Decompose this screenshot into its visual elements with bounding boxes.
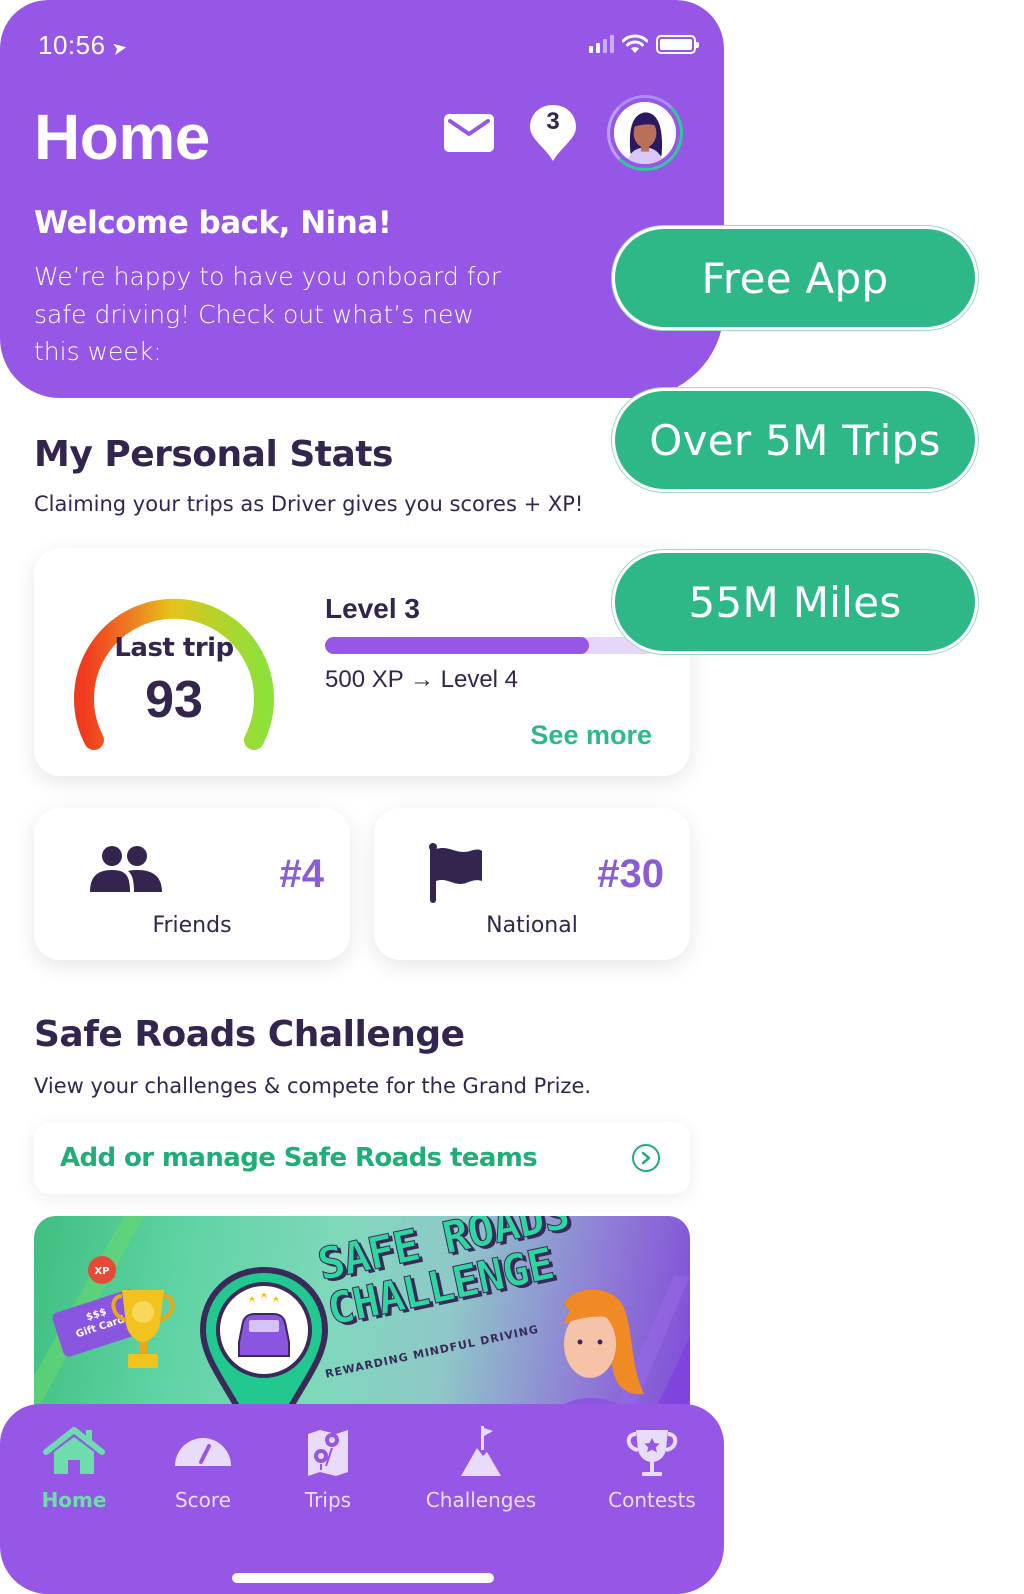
nav-label-score: Score bbox=[174, 1488, 231, 1512]
flag-icon bbox=[429, 843, 482, 903]
personal-stats-subtitle: Claiming your trips as Driver gives you … bbox=[34, 492, 584, 516]
welcome-title: Welcome back, Nina! bbox=[34, 205, 392, 241]
nav-item-challenges[interactable]: Challenges bbox=[426, 1404, 536, 1544]
friends-rank-label: Friends bbox=[152, 913, 232, 938]
xp-badge-text: XP bbox=[94, 1266, 109, 1277]
phone-screen: 10:56 ➤ Home 3 Welcome back, Nina! We’re… bbox=[0, 0, 724, 1594]
xp-progress-bar bbox=[325, 637, 655, 654]
status-time: 10:56 ➤ bbox=[38, 30, 129, 61]
signal-icon bbox=[589, 35, 614, 53]
nav-label-trips: Trips bbox=[304, 1488, 352, 1512]
clock: 10:56 bbox=[38, 30, 106, 60]
chevron-right-icon bbox=[632, 1144, 660, 1172]
welcome-text: We’re happy to have you onboard for safe… bbox=[34, 262, 502, 366]
nav-item-contests[interactable]: Contests bbox=[608, 1404, 696, 1544]
trophy-icon bbox=[626, 1430, 678, 1476]
level-title: Level 3 bbox=[325, 593, 420, 624]
promo-pill-miles: 55M Miles bbox=[612, 550, 978, 654]
nav-label-home: Home bbox=[41, 1488, 107, 1512]
xp-badge-icon: XP bbox=[88, 1256, 116, 1284]
mail-icon[interactable] bbox=[443, 113, 495, 153]
page-title: Home bbox=[34, 101, 210, 173]
battery-icon bbox=[656, 34, 699, 54]
promo-pill-free-app: Free App bbox=[612, 226, 978, 330]
header: 10:56 ➤ Home 3 Welcome back, Nina! We’re… bbox=[0, 0, 724, 398]
avatar-portrait-icon bbox=[614, 102, 676, 164]
nav-label-challenges: Challenges bbox=[425, 1488, 537, 1512]
see-more-link[interactable]: See more bbox=[530, 720, 652, 751]
home-indicator[interactable] bbox=[232, 1573, 494, 1583]
gauge-label: Last trip bbox=[114, 633, 234, 663]
manage-teams-label: Add or manage Safe Roads teams bbox=[60, 1143, 538, 1173]
stats-card[interactable]: Last trip 93 Level 3 500 XP → Level 4 Se… bbox=[34, 548, 690, 776]
home-icon bbox=[43, 1427, 105, 1474]
notification-count-badge: 3 bbox=[546, 108, 560, 135]
challenge-title: Safe Roads Challenge bbox=[34, 1014, 465, 1055]
manage-teams-link[interactable]: Add or manage Safe Roads teams bbox=[34, 1122, 690, 1194]
promo-pill-trips: Over 5M Trips bbox=[612, 388, 978, 492]
nav-item-home[interactable]: Home bbox=[42, 1404, 106, 1544]
national-rank-value: #30 bbox=[597, 852, 664, 896]
map-icon bbox=[308, 1430, 348, 1476]
bottom-nav: Home Score Trips Challenges Contests bbox=[0, 1404, 724, 1594]
status-icons bbox=[589, 34, 699, 54]
location-arrow-icon: ➤ bbox=[109, 36, 129, 60]
nav-item-score[interactable]: Score bbox=[171, 1404, 235, 1544]
xp-progress-fill bbox=[325, 637, 589, 654]
wifi-icon bbox=[622, 34, 648, 53]
friends-rank-value: #4 bbox=[279, 852, 325, 896]
nav-item-trips[interactable]: Trips bbox=[296, 1404, 360, 1544]
avatar[interactable] bbox=[607, 95, 683, 171]
national-rank-card[interactable]: #30 National bbox=[374, 808, 690, 960]
trophy-graphic-icon bbox=[111, 1290, 175, 1368]
nav-label-contests: Contests bbox=[608, 1488, 696, 1512]
xp-to-next-level: 500 XP → Level 4 bbox=[325, 666, 519, 693]
last-trip-score: 93 bbox=[145, 671, 203, 729]
national-rank-label: National bbox=[486, 913, 578, 938]
friends-icon bbox=[90, 846, 162, 892]
personal-stats-title: My Personal Stats bbox=[34, 434, 393, 475]
challenge-subtitle: View your challenges & compete for the G… bbox=[34, 1074, 592, 1098]
mountain-flag-icon bbox=[461, 1426, 501, 1476]
friends-rank-card[interactable]: #4 Friends bbox=[34, 808, 350, 960]
speedometer-icon bbox=[175, 1438, 231, 1466]
